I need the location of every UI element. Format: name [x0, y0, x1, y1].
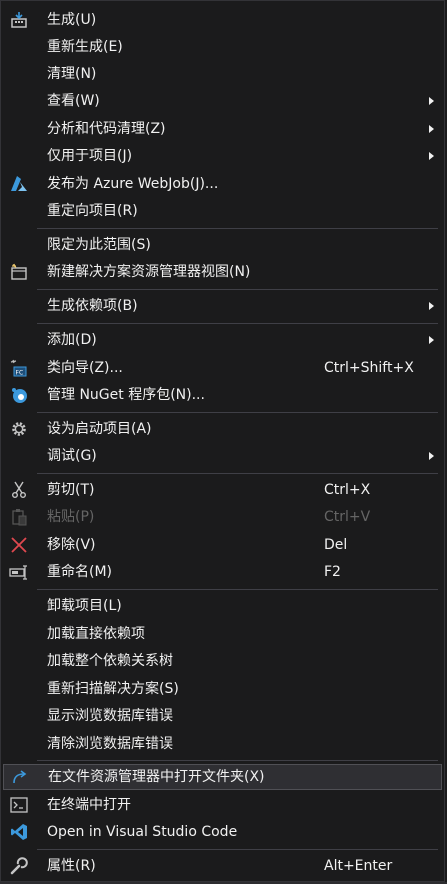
vscode-icon: [9, 822, 29, 842]
menu-item-shortcut: F2: [324, 564, 341, 580]
gear-icon: [9, 419, 29, 439]
wrench-icon: [9, 856, 29, 876]
nuget-icon: [9, 385, 29, 405]
menu-separator: [37, 589, 438, 590]
menu-item-project-only[interactable]: 仅用于项目(J): [3, 144, 442, 168]
menu-item-publish[interactable]: 发布为 Azure WebJob(J)...: [3, 172, 442, 196]
menu-item-label: 管理 NuGet 程序包(N)...: [47, 387, 205, 403]
menu-item-paste[interactable]: 粘贴(P) Ctrl+V: [3, 505, 442, 529]
menu-item-show-db-errors[interactable]: 显示浏览数据库错误: [3, 704, 442, 728]
new-view-icon: [9, 262, 29, 282]
menu-item-shortcut: Alt+Enter: [324, 858, 393, 874]
menu-item-load-tree[interactable]: 加载整个依赖关系树: [3, 649, 442, 673]
menu-item-label: 发布为 Azure WebJob(J)...: [47, 176, 219, 192]
menu-separator: [37, 289, 438, 290]
menu-item-remove[interactable]: 移除(V) Del: [3, 533, 442, 557]
menu-item-class-wizard[interactable]: FC 类向导(Z)... Ctrl+Shift+X: [3, 356, 442, 380]
menu-item-label: 限定为此范围(S): [47, 237, 151, 253]
menu-item-view[interactable]: 查看(W): [3, 89, 442, 113]
menu-item-open-vscode[interactable]: Open in Visual Studio Code: [3, 820, 442, 844]
menu-separator: [37, 473, 438, 474]
menu-item-label: 分析和代码清理(Z): [47, 121, 166, 137]
menu-item-debug[interactable]: 调试(G): [3, 444, 442, 468]
menu-item-label: 添加(D): [47, 332, 97, 348]
menu-item-open-folder[interactable]: 在文件资源管理器中打开文件夹(X): [3, 764, 442, 790]
menu-item-label: 生成(U): [47, 12, 97, 28]
svg-text:FC: FC: [16, 370, 24, 377]
menu-item-label: 属性(R): [47, 858, 96, 874]
azure-icon: [9, 174, 29, 194]
menu-item-nuget[interactable]: 管理 NuGet 程序包(N)...: [3, 383, 442, 407]
menu-separator: [37, 412, 438, 413]
menu-separator: [37, 849, 438, 850]
menu-item-label: 生成依赖项(B): [47, 298, 138, 314]
terminal-icon: [9, 795, 29, 815]
submenu-arrow-icon: [429, 452, 434, 460]
submenu-arrow-icon: [429, 97, 434, 105]
menu-item-label: 查看(W): [47, 93, 100, 109]
menu-item-add[interactable]: 添加(D): [3, 328, 442, 352]
menu-item-clean[interactable]: 清理(N): [3, 62, 442, 86]
menu-item-rebuild[interactable]: 重新生成(E): [3, 35, 442, 59]
menu-item-label: Open in Visual Studio Code: [47, 824, 238, 840]
menu-item-label: 仅用于项目(J): [47, 148, 133, 164]
menu-item-label: 加载整个依赖关系树: [47, 653, 173, 669]
menu-item-label: 重新扫描解决方案(S): [47, 681, 179, 697]
menu-item-label: 新建解决方案资源管理器视图(N): [47, 264, 251, 280]
menu-item-label: 粘贴(P): [47, 509, 95, 525]
menu-item-label: 清理(N): [47, 66, 97, 82]
menu-item-analyze[interactable]: 分析和代码清理(Z): [3, 117, 442, 141]
menu-separator: [37, 760, 438, 761]
menu-item-label: 卸载项目(L): [47, 598, 122, 614]
menu-item-label: 清除浏览数据库错误: [47, 736, 173, 752]
menu-item-shortcut: Ctrl+V: [324, 509, 371, 525]
menu-item-label: 调试(G): [47, 448, 97, 464]
menu-item-shortcut: Ctrl+X: [324, 482, 371, 498]
menu-item-retarget[interactable]: 重定向项目(R): [3, 199, 442, 223]
menu-item-label: 加载直接依赖项: [47, 626, 145, 642]
menu-item-label: 在文件资源管理器中打开文件夹(X): [48, 769, 265, 785]
menu-item-label: 重命名(M): [47, 564, 113, 580]
submenu-arrow-icon: [429, 302, 434, 310]
menu-item-rescan[interactable]: 重新扫描解决方案(S): [3, 677, 442, 701]
scissors-icon: [9, 480, 29, 500]
menu-item-scope[interactable]: 限定为此范围(S): [3, 233, 442, 257]
submenu-arrow-icon: [429, 152, 434, 160]
class-wizard-icon: FC: [9, 358, 29, 378]
menu-item-shortcut: Del: [324, 537, 348, 553]
menu-item-build[interactable]: 生成(U): [3, 8, 442, 32]
context-menu: 生成(U) 重新生成(E) 清理(N) 查看(W) 分析和代码清理(Z) 仅用于…: [0, 0, 445, 882]
menu-item-label: 移除(V): [47, 537, 96, 553]
menu-item-label: 重定向项目(R): [47, 203, 138, 219]
menu-item-rename[interactable]: 重命名(M) F2: [3, 560, 442, 584]
menu-item-build-deps[interactable]: 生成依赖项(B): [3, 294, 442, 318]
menu-separator: [37, 228, 438, 229]
menu-item-shortcut: Ctrl+Shift+X: [324, 360, 414, 376]
remove-icon: [9, 535, 29, 555]
build-icon: [9, 10, 29, 30]
rename-icon: [9, 562, 29, 582]
menu-item-label: 类向导(Z)...: [47, 360, 123, 376]
menu-item-load-direct[interactable]: 加载直接依赖项: [3, 622, 442, 646]
menu-item-properties[interactable]: 属性(R) Alt+Enter: [3, 854, 442, 878]
menu-item-label: 重新生成(E): [47, 39, 123, 55]
submenu-arrow-icon: [429, 336, 434, 344]
submenu-arrow-icon: [429, 125, 434, 133]
menu-item-cut[interactable]: 剪切(T) Ctrl+X: [3, 478, 442, 502]
open-folder-arrow-icon: [10, 767, 30, 787]
menu-separator: [37, 323, 438, 324]
menu-item-open-terminal[interactable]: 在终端中打开: [3, 793, 442, 817]
menu-item-label: 在终端中打开: [47, 797, 131, 813]
clipboard-icon: [9, 507, 29, 527]
menu-item-label: 显示浏览数据库错误: [47, 708, 173, 724]
menu-item-startup[interactable]: 设为启动项目(A): [3, 417, 442, 441]
menu-item-label: 剪切(T): [47, 482, 95, 498]
menu-item-label: 设为启动项目(A): [47, 421, 152, 437]
menu-item-clear-db-errors[interactable]: 清除浏览数据库错误: [3, 732, 442, 756]
menu-item-new-view[interactable]: 新建解决方案资源管理器视图(N): [3, 260, 442, 284]
menu-item-unload[interactable]: 卸载项目(L): [3, 594, 442, 618]
